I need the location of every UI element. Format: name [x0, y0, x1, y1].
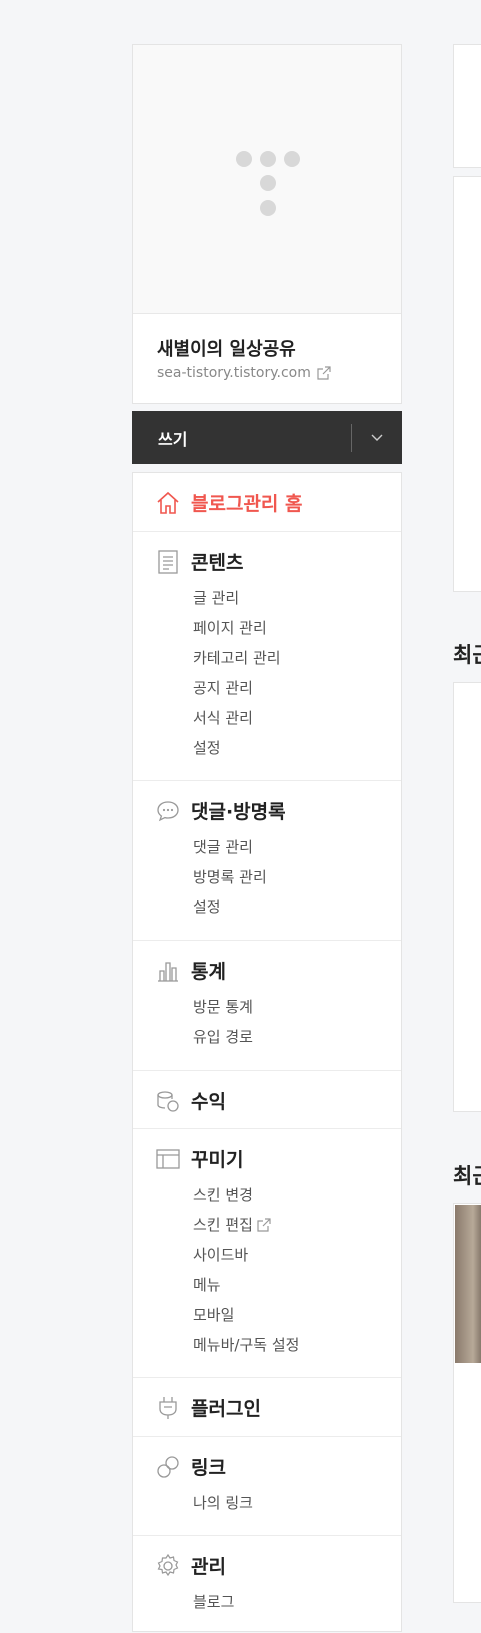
menu-item-skin-edit[interactable]: 스킨 편집	[193, 1214, 271, 1235]
menu-item-menu[interactable]: 메뉴	[193, 1274, 221, 1295]
menu-section-manage: 관리 블로그	[133, 1536, 401, 1633]
write-button[interactable]: 쓰기	[132, 411, 402, 464]
menu-home-link[interactable]: 블로그관리 홈	[155, 489, 303, 516]
layout-icon	[156, 1148, 180, 1169]
menu-manage-label: 관리	[191, 1556, 226, 1578]
menu-link-label: 링크	[191, 1457, 226, 1479]
menu-link-header[interactable]: 링크	[155, 1453, 226, 1480]
menu-home-label: 블로그관리 홈	[191, 493, 303, 515]
right-section-heading-2: 최근	[453, 1164, 481, 1188]
external-link-icon	[257, 1217, 271, 1232]
menu-item-template-manage[interactable]: 서식 관리	[193, 707, 253, 728]
blog-profile-image[interactable]	[133, 45, 401, 314]
menu-item-page-manage[interactable]: 페이지 관리	[193, 617, 267, 638]
link-icon	[157, 1455, 179, 1478]
menu-contents-header[interactable]: 콘텐츠	[155, 548, 243, 575]
menu-design-label: 꾸미기	[191, 1149, 244, 1171]
menu-section-contents: 콘텐츠 글 관리 페이지 관리 카테고리 관리 공지 관리 서식 관리 설정	[133, 532, 401, 781]
right-card-recent-1	[453, 682, 481, 1112]
menu-item-menubar-subscribe[interactable]: 메뉴바/구독 설정	[193, 1334, 299, 1355]
menu-section-plugin: 플러그인	[133, 1378, 401, 1437]
menu-item-visit-stats[interactable]: 방문 통계	[193, 996, 253, 1017]
menu-item-contents-settings[interactable]: 설정	[193, 737, 221, 758]
menu-item-mobile[interactable]: 모바일	[193, 1304, 234, 1325]
blog-title[interactable]: 새별이의 일상공유	[157, 335, 296, 361]
menu-item-sidebar[interactable]: 사이드바	[193, 1244, 248, 1265]
menu-item-skin-change[interactable]: 스킨 변경	[193, 1184, 253, 1205]
menu-section-design: 꾸미기 스킨 변경 스킨 편집 사이드바 메뉴 모바일 메뉴바/구독 설정	[133, 1129, 401, 1378]
blog-url-link[interactable]: sea-tistory.tistory.com	[157, 365, 331, 381]
blog-profile-card: 새별이의 일상공유 sea-tistory.tistory.com	[132, 44, 402, 404]
menu-item-skin-edit-label: 스킨 편집	[193, 1216, 253, 1234]
menu-item-category-manage[interactable]: 카테고리 관리	[193, 647, 281, 668]
right-card-top	[453, 44, 481, 168]
menu-design-header[interactable]: 꾸미기	[155, 1145, 243, 1172]
admin-menu: 블로그관리 홈 콘텐츠 글 관리 페이지 관리 카테고리 관리 공지 관리 서식…	[132, 472, 402, 1632]
write-button-label: 쓰기	[158, 429, 188, 449]
menu-stats-header[interactable]: 통계	[155, 957, 226, 984]
speech-bubble-icon	[157, 800, 179, 821]
plug-icon	[159, 1396, 177, 1419]
menu-plugin-label: 플러그인	[191, 1398, 261, 1420]
menu-item-post-manage[interactable]: 글 관리	[193, 587, 239, 608]
menu-revenue-label: 수익	[191, 1091, 226, 1113]
menu-comments-label: 댓글·방명록	[191, 801, 286, 823]
menu-stats-label: 통계	[191, 961, 226, 983]
menu-section-home: 블로그관리 홈	[133, 473, 401, 532]
bar-chart-icon	[158, 961, 178, 982]
menu-item-blog[interactable]: 블로그	[193, 1591, 234, 1612]
menu-section-stats: 통계 방문 통계 유입 경로	[133, 941, 401, 1071]
chevron-down-icon	[371, 434, 383, 441]
menu-comments-header[interactable]: 댓글·방명록	[155, 797, 286, 824]
menu-revenue-link[interactable]: 수익	[155, 1087, 226, 1114]
menu-item-comment-manage[interactable]: 댓글 관리	[193, 836, 253, 857]
external-link-icon	[317, 366, 331, 380]
blog-url-text: sea-tistory.tistory.com	[157, 365, 311, 381]
menu-contents-label: 콘텐츠	[191, 552, 244, 574]
menu-plugin-link[interactable]: 플러그인	[155, 1394, 261, 1421]
coins-icon	[157, 1090, 179, 1112]
right-section-heading-1: 최근	[453, 643, 481, 667]
menu-section-revenue: 수익	[133, 1071, 401, 1129]
menu-item-comments-settings[interactable]: 설정	[193, 896, 221, 917]
gear-icon	[157, 1553, 179, 1576]
menu-item-notice-manage[interactable]: 공지 관리	[193, 677, 253, 698]
menu-section-comments: 댓글·방명록 댓글 관리 방명록 관리 설정	[133, 781, 401, 941]
write-dropdown-toggle[interactable]	[352, 411, 402, 464]
menu-item-guestbook-manage[interactable]: 방명록 관리	[193, 866, 267, 887]
right-card-stats	[453, 176, 481, 592]
document-icon	[158, 549, 178, 574]
menu-item-referrer[interactable]: 유입 경로	[193, 1026, 253, 1047]
recent-post-thumbnail[interactable]	[455, 1205, 481, 1363]
menu-item-my-link[interactable]: 나의 링크	[193, 1492, 253, 1513]
menu-section-link: 링크 나의 링크	[133, 1437, 401, 1536]
menu-manage-header[interactable]: 관리	[155, 1552, 226, 1579]
home-icon	[157, 491, 179, 514]
